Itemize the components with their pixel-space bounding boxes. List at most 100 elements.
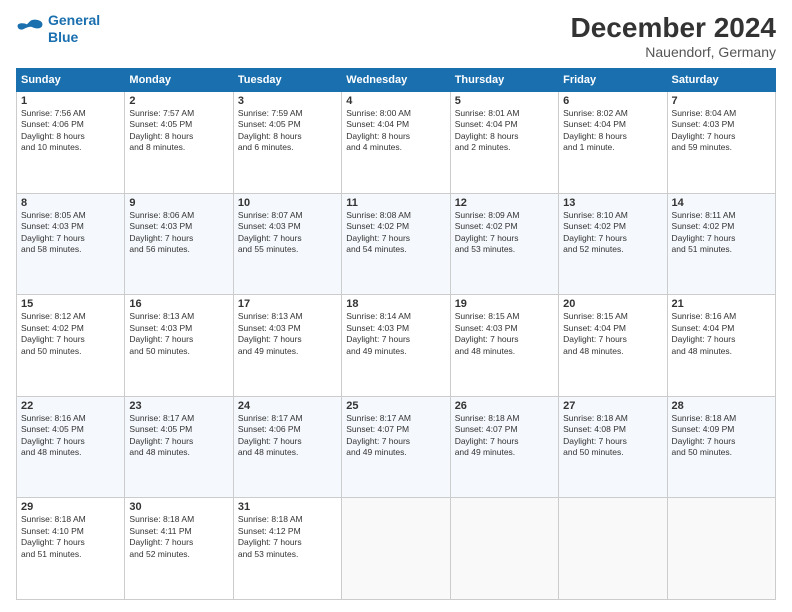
title-section: December 2024 Nauendorf, Germany bbox=[571, 12, 776, 60]
day-info: Sunrise: 7:56 AM Sunset: 4:06 PM Dayligh… bbox=[21, 108, 120, 154]
calendar-cell: 12Sunrise: 8:09 AM Sunset: 4:02 PM Dayli… bbox=[450, 193, 558, 295]
day-info: Sunrise: 8:18 AM Sunset: 4:08 PM Dayligh… bbox=[563, 413, 662, 459]
day-number: 3 bbox=[238, 95, 337, 107]
day-number: 12 bbox=[455, 197, 554, 209]
day-info: Sunrise: 8:18 AM Sunset: 4:11 PM Dayligh… bbox=[129, 514, 228, 560]
calendar-cell: 6Sunrise: 8:02 AM Sunset: 4:04 PM Daylig… bbox=[559, 92, 667, 194]
day-number: 4 bbox=[346, 95, 445, 107]
day-info: Sunrise: 8:16 AM Sunset: 4:05 PM Dayligh… bbox=[21, 413, 120, 459]
day-info: Sunrise: 8:17 AM Sunset: 4:07 PM Dayligh… bbox=[346, 413, 445, 459]
day-number: 21 bbox=[672, 298, 771, 310]
day-info: Sunrise: 8:15 AM Sunset: 4:04 PM Dayligh… bbox=[563, 311, 662, 357]
calendar-cell: 11Sunrise: 8:08 AM Sunset: 4:02 PM Dayli… bbox=[342, 193, 450, 295]
day-number: 10 bbox=[238, 197, 337, 209]
calendar-week-row: 22Sunrise: 8:16 AM Sunset: 4:05 PM Dayli… bbox=[17, 396, 776, 498]
calendar-cell: 29Sunrise: 8:18 AM Sunset: 4:10 PM Dayli… bbox=[17, 498, 125, 600]
day-info: Sunrise: 8:07 AM Sunset: 4:03 PM Dayligh… bbox=[238, 210, 337, 256]
location: Nauendorf, Germany bbox=[571, 44, 776, 60]
day-number: 6 bbox=[563, 95, 662, 107]
day-number: 19 bbox=[455, 298, 554, 310]
day-info: Sunrise: 8:05 AM Sunset: 4:03 PM Dayligh… bbox=[21, 210, 120, 256]
calendar-cell bbox=[667, 498, 775, 600]
calendar-cell: 9Sunrise: 8:06 AM Sunset: 4:03 PM Daylig… bbox=[125, 193, 233, 295]
calendar-cell: 18Sunrise: 8:14 AM Sunset: 4:03 PM Dayli… bbox=[342, 295, 450, 397]
day-number: 28 bbox=[672, 400, 771, 412]
day-info: Sunrise: 8:13 AM Sunset: 4:03 PM Dayligh… bbox=[238, 311, 337, 357]
calendar-cell: 17Sunrise: 8:13 AM Sunset: 4:03 PM Dayli… bbox=[233, 295, 341, 397]
day-info: Sunrise: 8:18 AM Sunset: 4:10 PM Dayligh… bbox=[21, 514, 120, 560]
day-info: Sunrise: 8:13 AM Sunset: 4:03 PM Dayligh… bbox=[129, 311, 228, 357]
day-info: Sunrise: 8:14 AM Sunset: 4:03 PM Dayligh… bbox=[346, 311, 445, 357]
calendar-cell: 19Sunrise: 8:15 AM Sunset: 4:03 PM Dayli… bbox=[450, 295, 558, 397]
day-header-tuesday: Tuesday bbox=[233, 69, 341, 92]
day-info: Sunrise: 8:18 AM Sunset: 4:07 PM Dayligh… bbox=[455, 413, 554, 459]
logo-text: General Blue bbox=[48, 12, 100, 46]
day-number: 8 bbox=[21, 197, 120, 209]
calendar-cell: 8Sunrise: 8:05 AM Sunset: 4:03 PM Daylig… bbox=[17, 193, 125, 295]
day-info: Sunrise: 8:15 AM Sunset: 4:03 PM Dayligh… bbox=[455, 311, 554, 357]
calendar-cell: 23Sunrise: 8:17 AM Sunset: 4:05 PM Dayli… bbox=[125, 396, 233, 498]
calendar-header-row: SundayMondayTuesdayWednesdayThursdayFrid… bbox=[17, 69, 776, 92]
day-header-saturday: Saturday bbox=[667, 69, 775, 92]
day-number: 2 bbox=[129, 95, 228, 107]
day-number: 24 bbox=[238, 400, 337, 412]
calendar-week-row: 8Sunrise: 8:05 AM Sunset: 4:03 PM Daylig… bbox=[17, 193, 776, 295]
day-info: Sunrise: 8:04 AM Sunset: 4:03 PM Dayligh… bbox=[672, 108, 771, 154]
day-info: Sunrise: 8:17 AM Sunset: 4:05 PM Dayligh… bbox=[129, 413, 228, 459]
calendar-week-row: 1Sunrise: 7:56 AM Sunset: 4:06 PM Daylig… bbox=[17, 92, 776, 194]
logo-icon bbox=[16, 18, 44, 40]
day-header-friday: Friday bbox=[559, 69, 667, 92]
day-info: Sunrise: 8:18 AM Sunset: 4:12 PM Dayligh… bbox=[238, 514, 337, 560]
calendar-week-row: 15Sunrise: 8:12 AM Sunset: 4:02 PM Dayli… bbox=[17, 295, 776, 397]
calendar-cell: 2Sunrise: 7:57 AM Sunset: 4:05 PM Daylig… bbox=[125, 92, 233, 194]
calendar-week-row: 29Sunrise: 8:18 AM Sunset: 4:10 PM Dayli… bbox=[17, 498, 776, 600]
calendar-cell: 14Sunrise: 8:11 AM Sunset: 4:02 PM Dayli… bbox=[667, 193, 775, 295]
calendar-cell: 13Sunrise: 8:10 AM Sunset: 4:02 PM Dayli… bbox=[559, 193, 667, 295]
day-number: 26 bbox=[455, 400, 554, 412]
day-info: Sunrise: 8:18 AM Sunset: 4:09 PM Dayligh… bbox=[672, 413, 771, 459]
day-number: 9 bbox=[129, 197, 228, 209]
day-info: Sunrise: 8:17 AM Sunset: 4:06 PM Dayligh… bbox=[238, 413, 337, 459]
day-number: 16 bbox=[129, 298, 228, 310]
day-header-thursday: Thursday bbox=[450, 69, 558, 92]
day-number: 13 bbox=[563, 197, 662, 209]
day-header-sunday: Sunday bbox=[17, 69, 125, 92]
day-info: Sunrise: 8:06 AM Sunset: 4:03 PM Dayligh… bbox=[129, 210, 228, 256]
day-info: Sunrise: 8:01 AM Sunset: 4:04 PM Dayligh… bbox=[455, 108, 554, 154]
calendar-cell: 7Sunrise: 8:04 AM Sunset: 4:03 PM Daylig… bbox=[667, 92, 775, 194]
day-number: 17 bbox=[238, 298, 337, 310]
day-info: Sunrise: 8:12 AM Sunset: 4:02 PM Dayligh… bbox=[21, 311, 120, 357]
calendar-cell: 5Sunrise: 8:01 AM Sunset: 4:04 PM Daylig… bbox=[450, 92, 558, 194]
day-info: Sunrise: 8:09 AM Sunset: 4:02 PM Dayligh… bbox=[455, 210, 554, 256]
calendar-cell bbox=[450, 498, 558, 600]
calendar-page: General Blue December 2024 Nauendorf, Ge… bbox=[0, 0, 792, 612]
calendar-cell: 16Sunrise: 8:13 AM Sunset: 4:03 PM Dayli… bbox=[125, 295, 233, 397]
day-number: 14 bbox=[672, 197, 771, 209]
day-info: Sunrise: 8:00 AM Sunset: 4:04 PM Dayligh… bbox=[346, 108, 445, 154]
day-number: 22 bbox=[21, 400, 120, 412]
day-number: 23 bbox=[129, 400, 228, 412]
calendar-cell: 27Sunrise: 8:18 AM Sunset: 4:08 PM Dayli… bbox=[559, 396, 667, 498]
calendar-cell: 20Sunrise: 8:15 AM Sunset: 4:04 PM Dayli… bbox=[559, 295, 667, 397]
day-info: Sunrise: 7:57 AM Sunset: 4:05 PM Dayligh… bbox=[129, 108, 228, 154]
day-header-monday: Monday bbox=[125, 69, 233, 92]
logo: General Blue bbox=[16, 12, 100, 46]
calendar-cell: 28Sunrise: 8:18 AM Sunset: 4:09 PM Dayli… bbox=[667, 396, 775, 498]
day-number: 5 bbox=[455, 95, 554, 107]
calendar-cell: 31Sunrise: 8:18 AM Sunset: 4:12 PM Dayli… bbox=[233, 498, 341, 600]
day-number: 25 bbox=[346, 400, 445, 412]
day-number: 31 bbox=[238, 501, 337, 513]
calendar-cell bbox=[342, 498, 450, 600]
day-number: 30 bbox=[129, 501, 228, 513]
calendar-table: SundayMondayTuesdayWednesdayThursdayFrid… bbox=[16, 68, 776, 600]
day-number: 27 bbox=[563, 400, 662, 412]
day-header-wednesday: Wednesday bbox=[342, 69, 450, 92]
calendar-cell: 4Sunrise: 8:00 AM Sunset: 4:04 PM Daylig… bbox=[342, 92, 450, 194]
header: General Blue December 2024 Nauendorf, Ge… bbox=[16, 12, 776, 60]
day-number: 15 bbox=[21, 298, 120, 310]
calendar-cell: 3Sunrise: 7:59 AM Sunset: 4:05 PM Daylig… bbox=[233, 92, 341, 194]
calendar-cell: 24Sunrise: 8:17 AM Sunset: 4:06 PM Dayli… bbox=[233, 396, 341, 498]
calendar-cell: 10Sunrise: 8:07 AM Sunset: 4:03 PM Dayli… bbox=[233, 193, 341, 295]
day-number: 1 bbox=[21, 95, 120, 107]
calendar-cell: 1Sunrise: 7:56 AM Sunset: 4:06 PM Daylig… bbox=[17, 92, 125, 194]
